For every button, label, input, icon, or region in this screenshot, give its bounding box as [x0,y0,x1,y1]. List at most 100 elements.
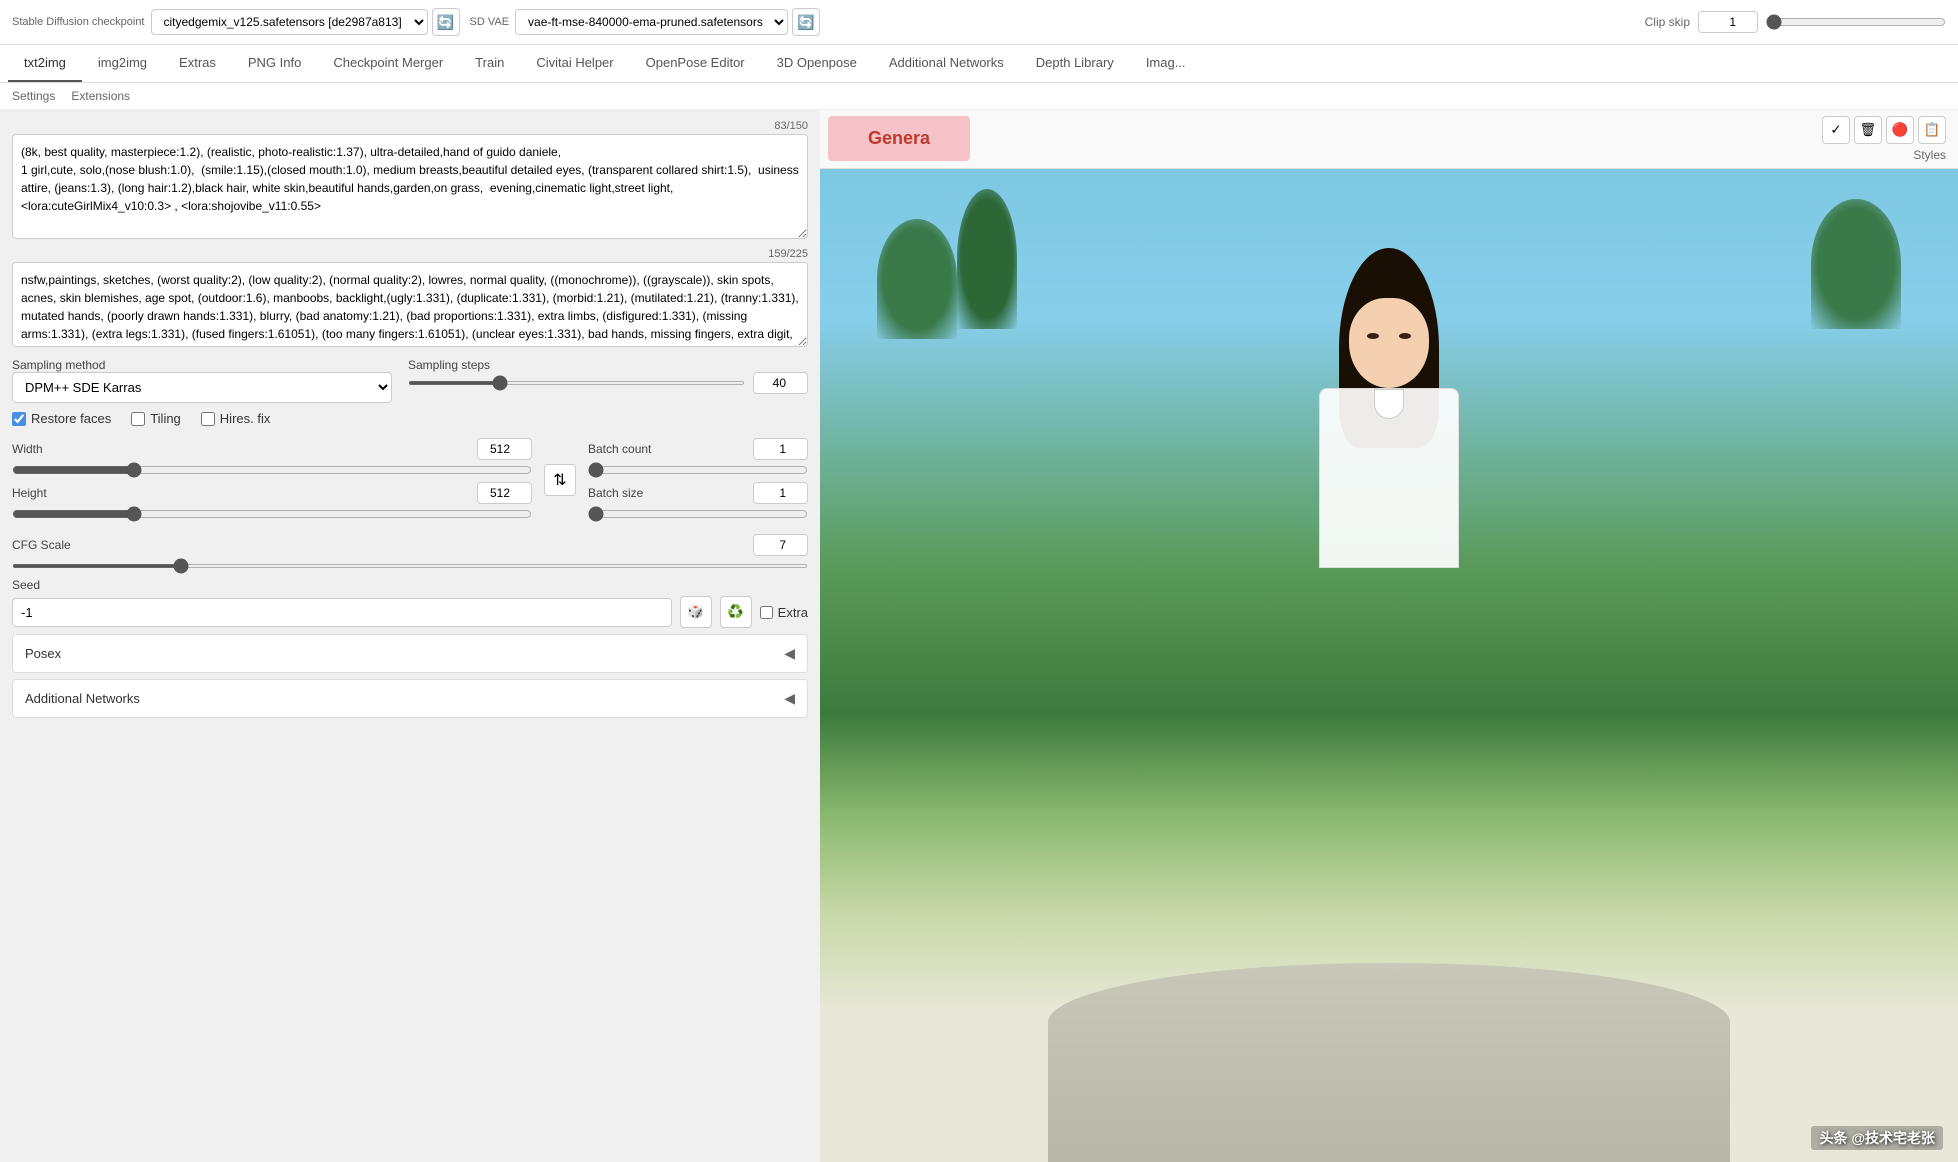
tab-civitai-helper[interactable]: Civitai Helper [520,45,629,82]
additional-networks-arrow-icon: ◀ [784,690,795,707]
posex-header[interactable]: Posex ◀ [13,635,807,672]
cfg-section: CFG Scale [12,534,808,571]
seed-input[interactable] [12,598,672,627]
tab-train[interactable]: Train [459,45,520,82]
style-buttons-row: ✓ 🗑 🔴 📋 [1822,116,1946,144]
style-apply-button[interactable]: ✓ [1822,116,1850,144]
sampling-steps-slider-row [408,372,808,394]
batch-count-slider[interactable] [588,462,808,478]
tab-png-info[interactable]: PNG Info [232,45,317,82]
sampling-method-label: Sampling method [12,358,392,372]
restore-faces-input[interactable] [12,412,26,426]
cfg-slider[interactable] [12,564,808,568]
extra-checkbox-input[interactable] [760,606,773,619]
styles-area: ✓ 🗑 🔴 📋 Styles [978,110,1958,168]
posex-collapsible: Posex ◀ [12,634,808,673]
height-slider[interactable] [12,506,532,522]
batch-size-row: Batch size [588,482,808,522]
hires-fix-input[interactable] [201,412,215,426]
tree-left [877,219,957,339]
checkpoint-refresh-button[interactable]: 🔄 [432,8,460,36]
vae-refresh-button[interactable]: 🔄 [792,8,820,36]
negative-prompt-input[interactable] [12,262,808,347]
hires-fix-checkbox[interactable]: Hires. fix [201,411,271,426]
sub-tab-settings[interactable]: Settings [12,87,55,105]
tab-openpose-editor[interactable]: OpenPose Editor [630,45,761,82]
seed-row: 🎲 ♻️ Extra [12,596,808,628]
clip-skip-label: Clip skip [1645,15,1690,29]
style-delete-button[interactable]: 🗑 [1854,116,1882,144]
sub-tab-extensions[interactable]: Extensions [71,87,130,105]
tab-3d-openpose[interactable]: 3D Openpose [761,45,873,82]
style-clipboard-button[interactable]: 📋 [1918,116,1946,144]
sampling-steps-label: Sampling steps [408,358,808,372]
tiling-label: Tiling [150,411,181,426]
path [1048,963,1731,1162]
height-label: Height [12,486,122,500]
tab-checkpoint-merger[interactable]: Checkpoint Merger [317,45,459,82]
sampling-steps-slider[interactable] [408,381,745,385]
positive-token-count: 83/150 [12,120,808,132]
width-slider[interactable] [12,462,532,478]
negative-token-count: 159/225 [12,248,808,260]
sampling-steps-section: Sampling steps [408,358,808,394]
batch-count-row: Batch count [588,438,808,478]
height-row: Height [12,482,532,522]
style-red-button[interactable]: 🔴 [1886,116,1914,144]
batch-section: Batch count Batch size [588,434,808,526]
main-tabs: txt2img img2img Extras PNG Info Checkpoi… [0,45,1958,83]
batch-count-input[interactable] [753,438,808,460]
checkpoint-dropdown[interactable]: cityedgemix_v125.safetensors [de2987a813… [151,9,428,35]
left-panel: 83/150 159/225 Sampling method DPM++ SDE… [0,110,820,1162]
checkpoint-label: Stable Diffusion checkpoint [12,16,145,28]
tab-txt2img[interactable]: txt2img [8,45,82,82]
posex-arrow-icon: ◀ [784,645,795,662]
tiling-checkbox[interactable]: Tiling [131,411,181,426]
seed-recycle-button[interactable]: ♻️ [720,596,752,628]
tab-imag[interactable]: Imag... [1130,45,1202,82]
width-row: Width [12,438,532,478]
generate-button[interactable]: Genera [828,116,970,161]
cfg-input[interactable] [753,534,808,556]
batch-size-label: Batch size [588,486,698,500]
tiling-input[interactable] [131,412,145,426]
person-collar [1374,389,1404,419]
width-input[interactable] [477,438,532,460]
height-input[interactable] [477,482,532,504]
eye-left [1367,333,1379,339]
batch-size-slider[interactable] [588,506,808,522]
clip-skip-slider[interactable] [1766,14,1946,30]
additional-networks-label: Additional Networks [25,691,140,706]
clip-skip-input[interactable] [1698,11,1758,33]
checkboxes-row: Restore faces Tiling Hires. fix [12,411,808,426]
extra-label: Extra [778,605,808,620]
top-bar: Stable Diffusion checkpoint cityedgemix_… [0,0,1958,45]
swap-dimensions-button[interactable]: ⇅ [544,464,576,496]
right-top-bar: Genera ✓ 🗑 🔴 📋 Styles [820,110,1958,169]
tab-extras[interactable]: Extras [163,45,232,82]
batch-count-label: Batch count [588,442,698,456]
hires-fix-label: Hires. fix [220,411,271,426]
restore-faces-label: Restore faces [31,411,111,426]
tab-additional-networks[interactable]: Additional Networks [873,45,1020,82]
positive-prompt-input[interactable] [12,134,808,239]
vae-label: SD VAE [470,16,510,28]
person-body [1319,388,1459,568]
batch-size-input[interactable] [753,482,808,504]
restore-faces-checkbox[interactable]: Restore faces [12,411,111,426]
additional-networks-header[interactable]: Additional Networks ◀ [13,680,807,717]
tab-img2img[interactable]: img2img [82,45,163,82]
dims-section: Width Height [12,434,532,526]
vae-dropdown[interactable]: vae-ft-mse-840000-ema-pruned.safetensors [515,9,788,35]
seed-label: Seed [12,578,40,592]
seed-dice-button[interactable]: 🎲 [680,596,712,628]
vae-section: SD VAE vae-ft-mse-840000-ema-pruned.safe… [470,8,821,36]
tab-depth-library[interactable]: Depth Library [1020,45,1130,82]
sampling-method-select[interactable]: DPM++ SDE KarrasEulerEuler aDPM++ 2M Kar… [12,372,392,403]
sampling-steps-input[interactable] [753,372,808,394]
clip-skip-section: Clip skip [1645,11,1946,33]
extra-checkbox[interactable]: Extra [760,605,808,620]
right-panel: Genera ✓ 🗑 🔴 📋 Styles [820,110,1958,1162]
additional-networks-collapsible: Additional Networks ◀ [12,679,808,718]
photo-background: 头条 @技术宅老张 [820,169,1958,1162]
